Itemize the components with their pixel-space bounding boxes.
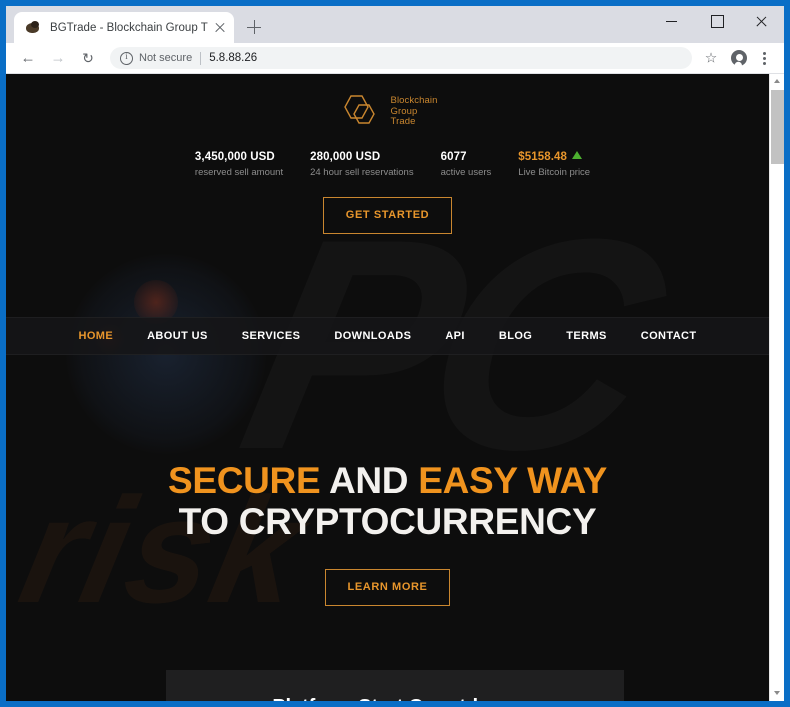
nav-item-blog[interactable]: BLOG (482, 330, 549, 342)
countdown-panel: Platform Start Countdown -7 days -16 hou… (166, 670, 624, 701)
browser-titlebar: BGTrade - Blockchain Group Trad (6, 6, 784, 43)
stat-value: $5158.48 (518, 151, 568, 163)
address-bar[interactable]: Not secure 5.8.88.26 (110, 47, 692, 69)
stat-value-wrap: $5158.48 (518, 151, 590, 163)
stat-label: 24 hour sell reservations (310, 167, 414, 178)
omnibox-divider (200, 51, 202, 65)
scrollbar-up-arrow-icon[interactable] (770, 74, 784, 89)
forward-button[interactable]: → (44, 44, 72, 72)
bitcoin-favicon-icon (25, 20, 41, 36)
nav-item-api[interactable]: API (428, 330, 482, 342)
reload-button[interactable]: ↻ (74, 44, 102, 72)
page-scrollbar[interactable] (769, 74, 784, 701)
nav-item-terms[interactable]: TERMS (549, 330, 624, 342)
back-button[interactable]: ← (14, 44, 42, 72)
new-tab-button[interactable] (240, 13, 268, 41)
site-header: Blockchain Group Trade 3,450,000 USD res… (6, 74, 769, 234)
tab-title: BGTrade - Blockchain Group Trad (50, 21, 208, 34)
stat-value: 3,450,000 USD (194, 151, 275, 163)
stat-label: reserved sell amount (194, 167, 284, 178)
hero-headline-line-2: TO CRYPTOCURRENCY (178, 501, 597, 542)
stats-row: 3,450,000 USD reserved sell amount 280,0… (6, 151, 769, 178)
maximize-button[interactable] (694, 6, 739, 35)
stat-reserved-sell-amount: 3,450,000 USD reserved sell amount (195, 151, 310, 178)
hero-word-secure: SECURE (167, 460, 329, 501)
header-cta-row: GET STARTED (6, 197, 769, 234)
logo-row[interactable]: Blockchain Group Trade (6, 92, 769, 132)
tab-strip: BGTrade - Blockchain Group Trad (6, 6, 649, 43)
nav-item-contact[interactable]: CONTACT (624, 330, 714, 342)
hero-cta-row: LEARN MORE (6, 569, 769, 606)
hero-headline: SECURE AND EASY WAY TO CRYPTOCURRENCY (6, 460, 769, 542)
stat-24h-reservations: 280,000 USD 24 hour sell reservations (310, 151, 441, 178)
forward-arrow-icon: → (50, 49, 66, 67)
nav-item-home[interactable]: HOME (61, 330, 130, 342)
security-status-label: Not secure (139, 52, 193, 64)
logo-wordmark: Blockchain Group Trade (391, 96, 438, 128)
back-arrow-icon: ← (20, 49, 36, 67)
get-started-button[interactable]: GET STARTED (322, 197, 453, 234)
window-controls (649, 6, 784, 43)
stat-value: 280,000 USD (310, 151, 381, 163)
close-window-button[interactable] (739, 6, 784, 35)
minimize-button[interactable] (649, 6, 694, 35)
stat-active-users: 6077 active users (441, 151, 519, 178)
hero-word-and: AND (328, 460, 419, 501)
stat-live-bitcoin-price: $5158.48 Live Bitcoin price (518, 151, 590, 178)
scrollbar-down-arrow-icon[interactable] (770, 686, 784, 701)
url-text: 5.8.88.26 (209, 52, 258, 64)
info-circle-icon[interactable] (120, 51, 133, 65)
scrollbar-thumb[interactable] (771, 90, 784, 164)
reload-icon: ↻ (82, 50, 94, 66)
stat-label: active users (440, 167, 492, 178)
browser-window: BGTrade - Blockchain Group Trad ← → ↻ No… (0, 0, 790, 707)
browser-toolbar: ← → ↻ Not secure 5.8.88.26 ☆ (6, 43, 784, 74)
trend-up-icon (572, 151, 583, 159)
stat-label: Live Bitcoin price (518, 167, 591, 178)
page-viewport: PC risk Blockchain Group Trade (6, 74, 784, 701)
webpage-content: PC risk Blockchain Group Trade (6, 74, 769, 701)
logo-line-3: Trade (390, 116, 416, 128)
three-dot-menu-icon[interactable] (752, 45, 776, 71)
stat-value: 6077 (440, 151, 467, 163)
nav-item-downloads[interactable]: DOWNLOADS (317, 330, 428, 342)
profile-avatar-icon[interactable] (726, 45, 752, 71)
hero-section: SECURE AND EASY WAY TO CRYPTOCURRENCY LE… (6, 355, 769, 655)
bookmark-star-icon[interactable]: ☆ (698, 45, 724, 71)
browser-tab[interactable]: BGTrade - Blockchain Group Trad (14, 12, 234, 43)
double-hexagon-logo-icon (338, 92, 382, 132)
hero-headline-line-1: SECURE AND EASY WAY (6, 460, 769, 501)
nav-item-services[interactable]: SERVICES (225, 330, 318, 342)
nav-item-about-us[interactable]: ABOUT US (130, 330, 225, 342)
main-navigation: HOME ABOUT US SERVICES DOWNLOADS API BLO… (6, 317, 769, 355)
star-glyph: ☆ (704, 49, 718, 66)
hero-word-easy-way: EASY WAY (418, 460, 608, 501)
close-tab-icon[interactable] (212, 20, 228, 36)
countdown-title: Platform Start Countdown (166, 696, 624, 701)
learn-more-button[interactable]: LEARN MORE (324, 569, 451, 606)
